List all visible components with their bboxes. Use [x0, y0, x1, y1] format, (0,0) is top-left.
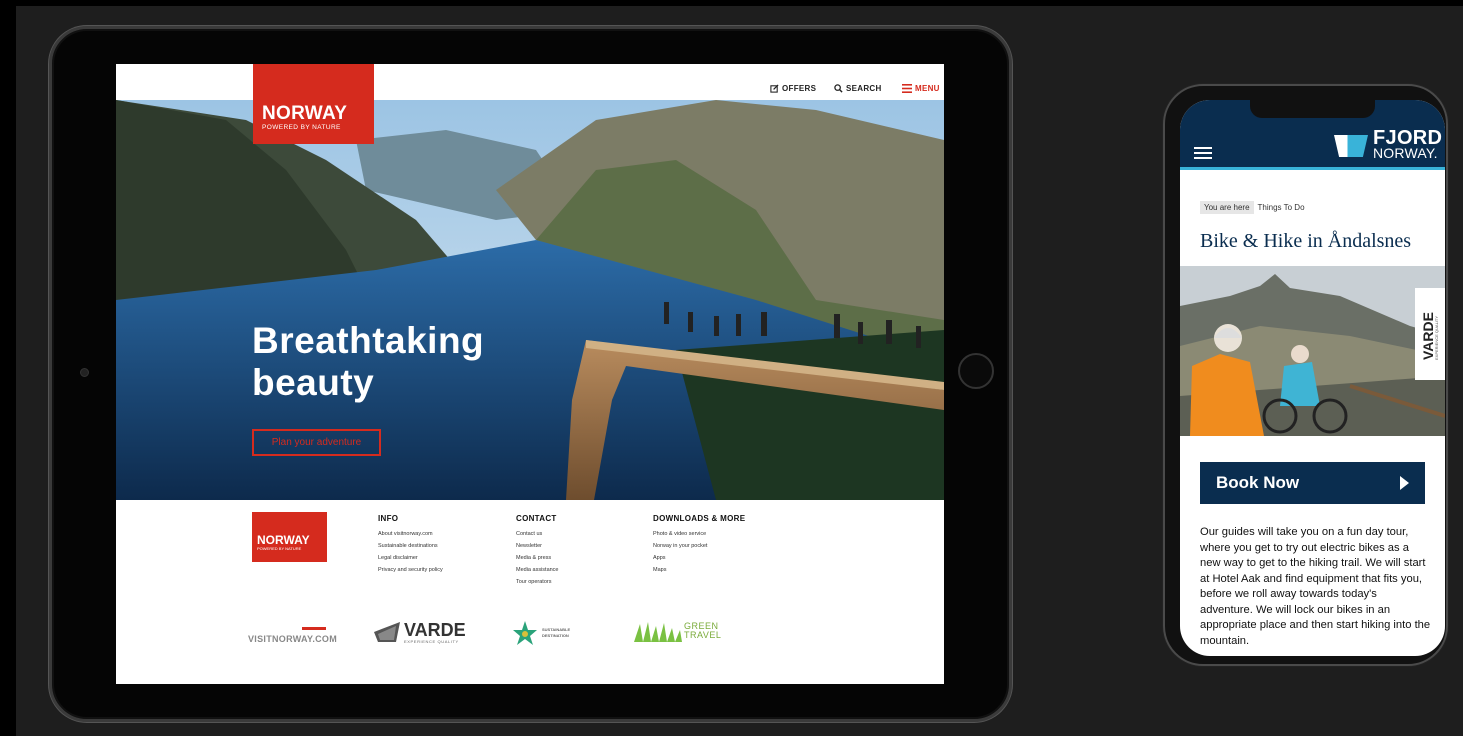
top-navigation: OFFERS SEARCH MENU	[116, 64, 944, 100]
hamburger-icon[interactable]	[1194, 147, 1212, 162]
varde-word: VARDE	[404, 619, 466, 640]
contact-heading: CONTACT	[516, 514, 557, 523]
footer-contact-column: CONTACT Contact us Newsletter Media & pr…	[516, 514, 559, 588]
hero-image: Breathtaking beauty Plan your adventure	[116, 100, 944, 500]
phone-header: FJORD NORWAY.	[1180, 100, 1445, 170]
footer-link[interactable]: Legal disclaimer	[378, 552, 443, 564]
footer-link[interactable]: Norway in your pocket	[653, 540, 745, 552]
fjord-logo-line-1: FJORD	[1373, 127, 1443, 149]
fjord-norway-logo[interactable]: FJORD NORWAY.	[1334, 127, 1443, 161]
varde-partner-logo[interactable]: VARDE EXPERIENCE QUALITY	[374, 620, 466, 644]
varde-subtitle: EXPERIENCE QUALITY	[404, 638, 459, 644]
plan-adventure-button[interactable]: Plan your adventure	[252, 429, 381, 456]
footer-link[interactable]: Apps	[653, 552, 745, 564]
cyclists-image	[1180, 266, 1445, 436]
menu-button[interactable]: MENU	[902, 84, 940, 93]
menu-label: MENU	[915, 84, 940, 93]
tour-description: Our guides will take you on a fun day to…	[1200, 526, 1431, 647]
visitnorway-partner-logo[interactable]: VISITNORWAY.COM	[248, 627, 338, 644]
phone-notch	[1250, 100, 1375, 118]
breadcrumb-label: You are here	[1200, 201, 1254, 214]
norway-logo[interactable]: NORWAY POWERED BY NATURE	[253, 64, 374, 144]
hero-line-2: beauty	[252, 362, 375, 403]
offers-link[interactable]: OFFERS	[770, 84, 816, 93]
sustainable-destination-logo[interactable]: SUSTAINABLE DESTINATION	[512, 620, 570, 646]
breadcrumb: You are here Things To Do	[1200, 201, 1305, 214]
edit-icon	[770, 84, 779, 93]
downloads-heading: DOWNLOADS & MORE	[653, 514, 746, 523]
tablet-camera	[80, 368, 89, 377]
fjord-logo-line-2: NORWAY.	[1373, 145, 1438, 161]
page-title: Bike & Hike in Åndalsnes	[1200, 230, 1412, 252]
fjord-logo-mark	[1334, 135, 1368, 157]
footer-info-column: INFO About visitnorway.com Sustainable d…	[378, 514, 443, 576]
fjord-landscape-image	[116, 100, 944, 500]
footer-link[interactable]: Sustainable destinations	[378, 540, 443, 552]
breadcrumb-current[interactable]: Things To Do	[1258, 201, 1305, 214]
offers-label: OFFERS	[782, 84, 817, 93]
visitnorway-label: VISITNORWAY.COM	[248, 634, 338, 644]
footer-logo-name: NORWAY	[257, 533, 310, 547]
footer-norway-logo[interactable]: NORWAY POWERED BY NATURE	[252, 512, 327, 562]
search-link[interactable]: SEARCH	[834, 84, 882, 93]
varde-badge: VARDE EXPERIENCE QUALITY	[1415, 288, 1445, 380]
footer-link[interactable]: Tour operators	[516, 576, 559, 588]
search-label: SEARCH	[846, 84, 882, 93]
logo-tagline: POWERED BY NATURE	[262, 124, 341, 131]
flag-stripe	[302, 627, 326, 630]
book-now-button[interactable]: Book Now	[1200, 462, 1425, 504]
info-heading: INFO	[378, 514, 399, 523]
tablet-home-button	[958, 353, 994, 389]
hero-headline: Breathtaking beauty	[252, 320, 552, 404]
footer-link[interactable]: Media & press	[516, 552, 559, 564]
logo-name: NORWAY	[262, 103, 348, 124]
star-icon	[513, 621, 537, 645]
search-icon	[834, 84, 843, 93]
site-footer: NORWAY POWERED BY NATURE INFO About visi…	[116, 500, 944, 684]
green-line-2: TRAVEL	[684, 630, 722, 640]
book-now-label: Book Now	[1216, 473, 1300, 492]
grass-icon	[634, 622, 682, 642]
footer-logo-tagline: POWERED BY NATURE	[257, 546, 302, 551]
footer-link[interactable]: Newsletter	[516, 540, 559, 552]
footer-link[interactable]: Maps	[653, 564, 745, 576]
footer-downloads-column: DOWNLOADS & MORE Photo & video service N…	[653, 514, 745, 576]
varde-cairn-icon	[374, 622, 400, 642]
footer-link[interactable]: About visitnorway.com	[378, 528, 443, 540]
footer-link[interactable]: Contact us	[516, 528, 559, 540]
green-travel-logo[interactable]: GREEN TRAVEL	[634, 620, 721, 642]
sustainable-line-2: DESTINATION	[542, 633, 569, 638]
tablet-screen: OFFERS SEARCH MENU NORWAY POWERED BY NAT…	[116, 64, 944, 684]
play-arrow-icon	[1400, 476, 1409, 490]
varde-badge-sub: EXPERIENCE QUALITY	[1434, 315, 1439, 360]
phone-screen: FJORD NORWAY. You are here Things To Do …	[1180, 100, 1445, 656]
footer-link[interactable]: Privacy and security policy	[378, 564, 443, 576]
footer-link[interactable]: Photo & video service	[653, 528, 745, 540]
footer-link[interactable]: Media assistance	[516, 564, 559, 576]
hamburger-icon	[902, 84, 912, 93]
hero-line-1: Breathtaking	[252, 320, 485, 361]
bike-hike-photo	[1180, 266, 1445, 436]
